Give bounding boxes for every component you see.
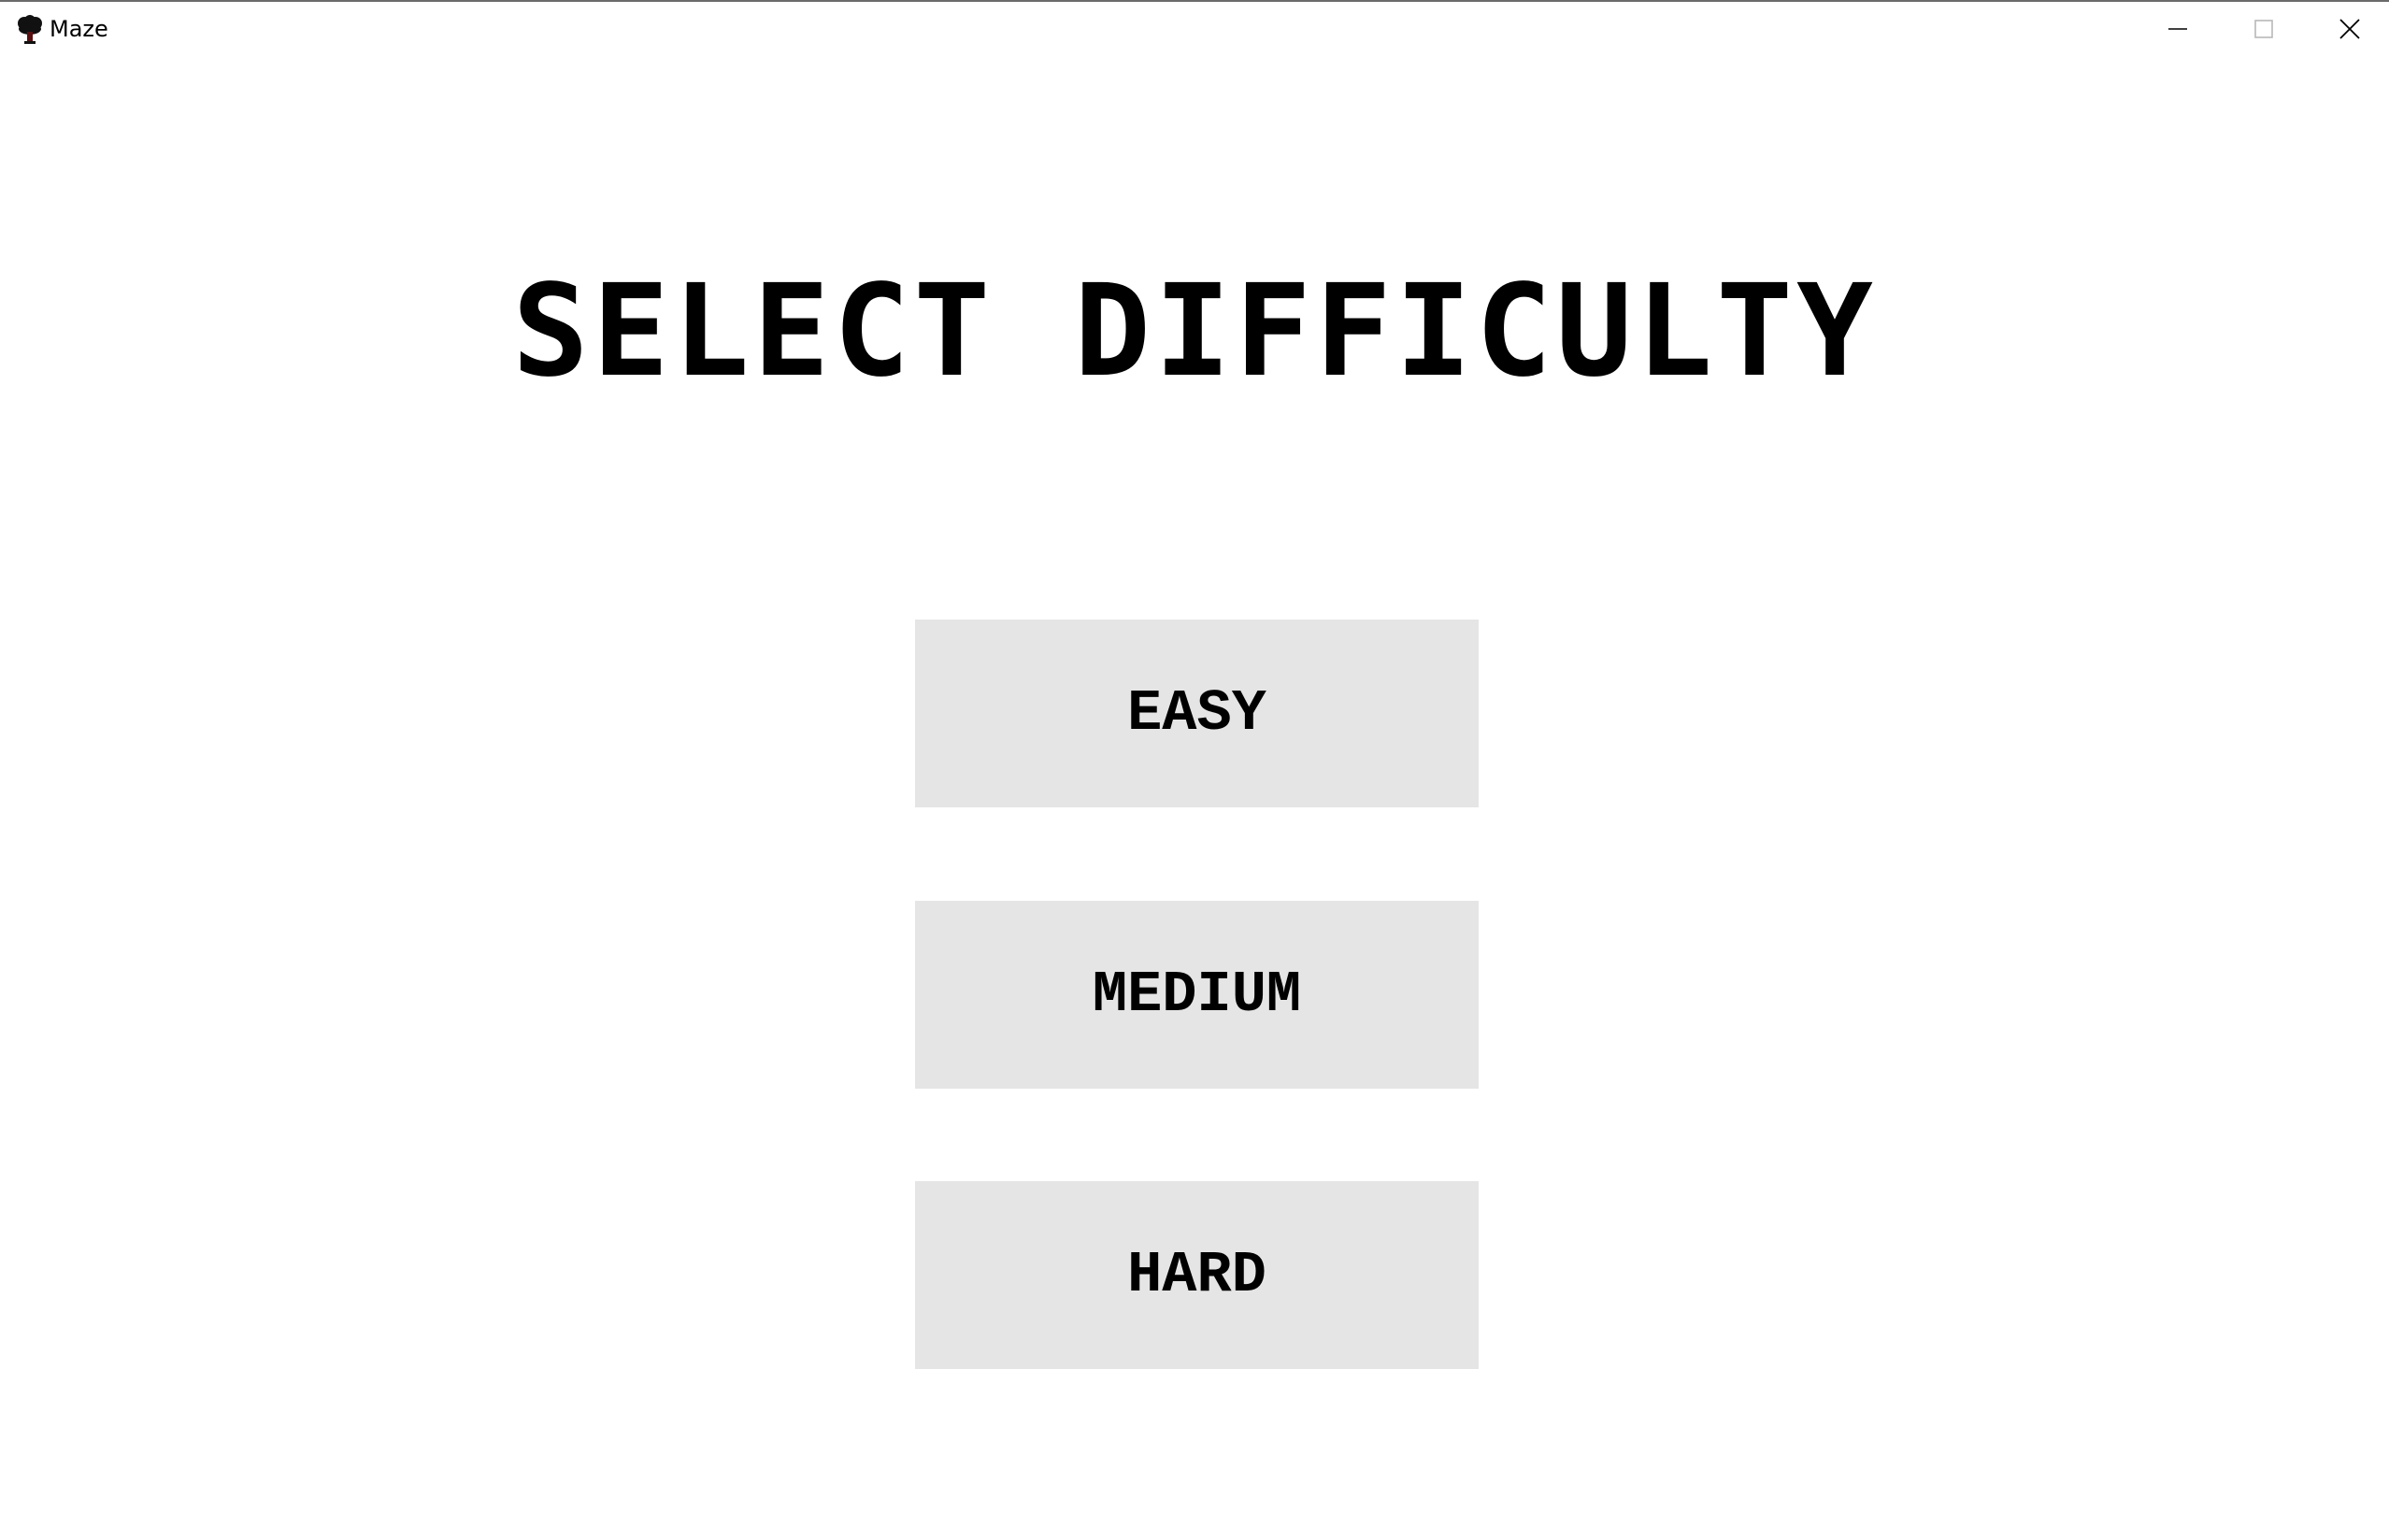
window-title: Maze bbox=[50, 16, 108, 42]
app-window: Maze SELECT DIFFICULTY EASY MEDIUM HARD bbox=[0, 0, 2389, 1540]
maximize-icon bbox=[2253, 19, 2274, 39]
medium-button[interactable]: MEDIUM bbox=[915, 901, 1479, 1089]
easy-button[interactable]: EASY bbox=[915, 620, 1479, 807]
title-bar[interactable]: Maze bbox=[0, 2, 2389, 56]
page-title: SELECT DIFFICULTY bbox=[512, 258, 1877, 406]
tree-icon bbox=[17, 15, 43, 45]
minimize-icon bbox=[2167, 19, 2188, 39]
close-icon bbox=[2339, 18, 2361, 40]
maximize-button[interactable] bbox=[2221, 2, 2307, 56]
close-button[interactable] bbox=[2307, 2, 2389, 56]
minimize-button[interactable] bbox=[2135, 2, 2221, 56]
hard-button[interactable]: HARD bbox=[915, 1181, 1479, 1369]
